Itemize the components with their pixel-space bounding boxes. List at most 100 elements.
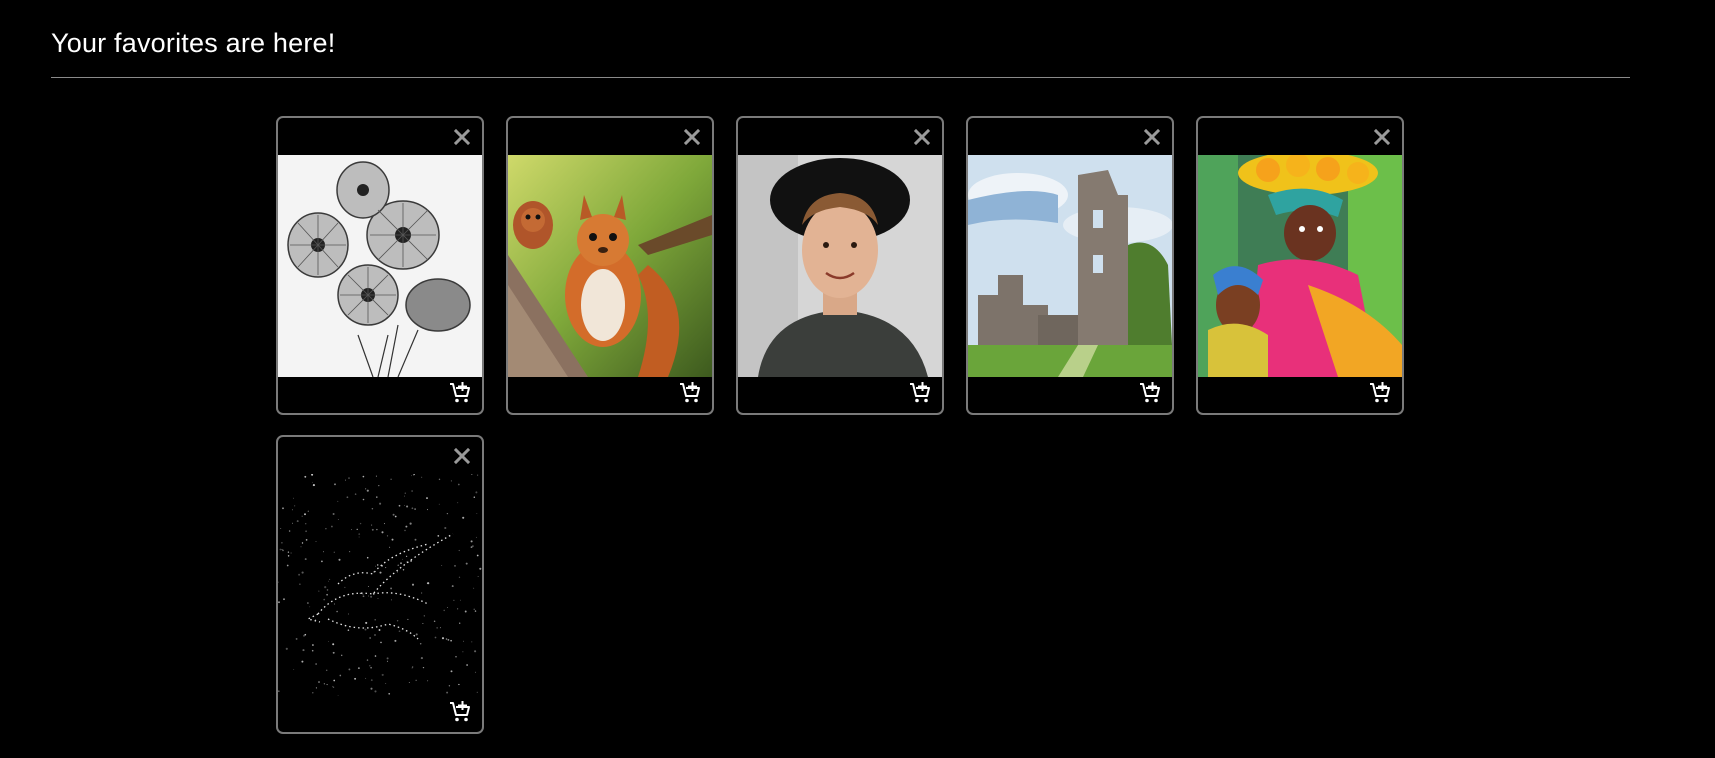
artwork-image[interactable] xyxy=(738,155,942,377)
star-speck xyxy=(304,475,307,478)
star-speck xyxy=(439,627,441,629)
star-speck xyxy=(333,679,336,682)
add-to-cart-icon[interactable] xyxy=(678,381,702,405)
star-speck xyxy=(448,685,451,687)
star-speck xyxy=(378,629,381,631)
artwork-image[interactable] xyxy=(508,155,712,377)
star-speck xyxy=(326,593,328,596)
star-speck xyxy=(472,545,474,547)
market-woman-image xyxy=(1198,155,1402,377)
star-speck xyxy=(347,629,350,631)
star-speck xyxy=(462,516,465,519)
man-with-hat-image xyxy=(738,155,942,377)
star-speck xyxy=(457,608,459,610)
star-speck xyxy=(398,630,401,633)
star-speck xyxy=(473,608,475,610)
star-speck xyxy=(441,637,445,640)
star-speck xyxy=(318,681,320,683)
star-speck xyxy=(405,525,408,528)
star-speck xyxy=(419,643,422,645)
star-speck xyxy=(362,475,365,478)
star-speck xyxy=(301,660,304,663)
star-speck xyxy=(295,637,298,640)
star-speck xyxy=(427,582,430,585)
star-speck xyxy=(412,666,414,668)
star-speck xyxy=(390,478,392,480)
star-speck xyxy=(411,667,413,669)
star-speck xyxy=(406,505,409,508)
star-speck xyxy=(474,650,477,653)
star-speck xyxy=(375,475,377,477)
artwork-image[interactable] xyxy=(278,474,482,696)
star-speck xyxy=(386,535,389,537)
card-footer xyxy=(1198,375,1402,413)
star-speck xyxy=(325,669,328,672)
close-icon[interactable] xyxy=(1372,127,1392,147)
star-speck xyxy=(464,610,467,613)
close-icon[interactable] xyxy=(452,127,472,147)
star-speck xyxy=(404,492,406,494)
star-speck xyxy=(311,649,314,652)
star-speck xyxy=(471,641,473,643)
star-speck xyxy=(459,599,461,601)
star-speck xyxy=(362,498,365,501)
star-speck xyxy=(380,641,382,644)
star-speck xyxy=(357,667,360,670)
artwork-image[interactable] xyxy=(1198,155,1402,377)
star-speck xyxy=(283,598,285,601)
star-speck xyxy=(447,639,450,641)
star-speck xyxy=(391,538,394,541)
title-divider xyxy=(51,77,1630,78)
star-speck xyxy=(385,682,387,684)
add-to-cart-icon[interactable] xyxy=(1368,381,1392,405)
close-icon[interactable] xyxy=(912,127,932,147)
card-footer xyxy=(278,694,482,732)
card-header xyxy=(278,118,482,155)
star-speck xyxy=(411,475,412,477)
star-speck xyxy=(383,523,385,525)
star-speck xyxy=(318,590,320,592)
star-speck xyxy=(358,536,360,538)
star-speck xyxy=(348,668,351,671)
star-speck xyxy=(398,504,401,507)
close-icon[interactable] xyxy=(682,127,702,147)
star-speck xyxy=(458,549,460,552)
star-speck xyxy=(349,551,351,553)
star-speck xyxy=(366,489,369,492)
star-speck xyxy=(300,546,302,548)
star-speck xyxy=(437,535,440,537)
star-speck xyxy=(433,620,436,623)
add-to-cart-icon[interactable] xyxy=(448,700,472,724)
close-icon[interactable] xyxy=(452,446,472,466)
artwork-image[interactable] xyxy=(278,155,482,377)
star-speck xyxy=(422,623,424,625)
star-speck xyxy=(450,480,452,482)
star-speck xyxy=(301,515,303,517)
star-speck xyxy=(415,633,418,636)
card-header xyxy=(278,437,482,474)
favorite-card-castle-ruins xyxy=(966,116,1174,415)
add-to-cart-icon[interactable] xyxy=(1138,381,1162,405)
add-to-cart-icon[interactable] xyxy=(448,381,472,405)
star-speck xyxy=(370,679,373,681)
star-speck xyxy=(346,496,349,499)
star-speck xyxy=(426,497,428,500)
close-icon[interactable] xyxy=(1142,127,1162,147)
star-speck xyxy=(403,495,405,497)
star-speck xyxy=(366,659,369,661)
star-speck xyxy=(359,592,362,595)
star-speck xyxy=(281,541,283,544)
star-speck xyxy=(285,647,288,650)
add-to-cart-icon[interactable] xyxy=(908,381,932,405)
star-speck xyxy=(374,618,376,621)
star-speck xyxy=(475,536,477,538)
star-speck xyxy=(405,555,408,557)
star-speck xyxy=(397,571,398,573)
star-speck xyxy=(329,578,331,580)
star-speck xyxy=(463,640,464,642)
star-speck xyxy=(374,634,376,636)
star-speck xyxy=(365,488,367,490)
star-speck xyxy=(334,483,336,486)
star-speck xyxy=(279,548,282,551)
artwork-image[interactable] xyxy=(968,155,1172,377)
